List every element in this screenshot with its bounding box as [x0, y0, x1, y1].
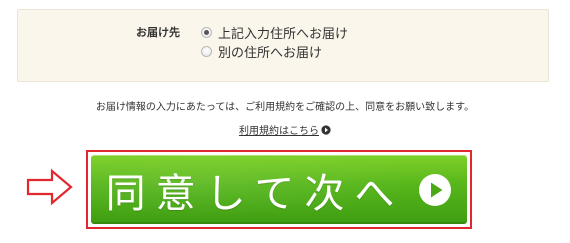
terms-notice-text: お届け情報の入力にあたっては、ご利用規約をご確認の上、同意をお願い致します。 [95, 102, 475, 113]
delivery-option-label: 上記入力住所へお届け [218, 27, 349, 42]
radio-unchecked-icon[interactable] [201, 46, 212, 57]
delivery-option-other-address[interactable]: 別の住所へお届け [201, 42, 322, 61]
delivery-address-panel: お届け先 上記入力住所へお届け 別の住所へお届け [17, 9, 549, 82]
terms-link-row: 利用規約はこちら [0, 122, 570, 137]
arrow-circle-icon [321, 124, 331, 135]
delivery-option-registered-address[interactable]: 上記入力住所へお届け [201, 23, 348, 42]
delivery-label: お届け先 [136, 26, 180, 39]
terms-link[interactable]: 利用規約はこちら [239, 122, 331, 137]
radio-checked-icon[interactable] [201, 27, 212, 38]
agree-next-button-face[interactable]: 同意して次へ [91, 155, 467, 224]
play-circle-icon [419, 173, 452, 206]
right-arrow-outline-icon [26, 168, 73, 206]
agree-next-button[interactable]: 同意して次へ [86, 150, 472, 229]
delivery-option-label: 別の住所へお届け [218, 46, 323, 61]
agree-next-button-label: 同意して次へ [105, 170, 405, 217]
terms-link-label: 利用規約はこちら [239, 126, 319, 137]
